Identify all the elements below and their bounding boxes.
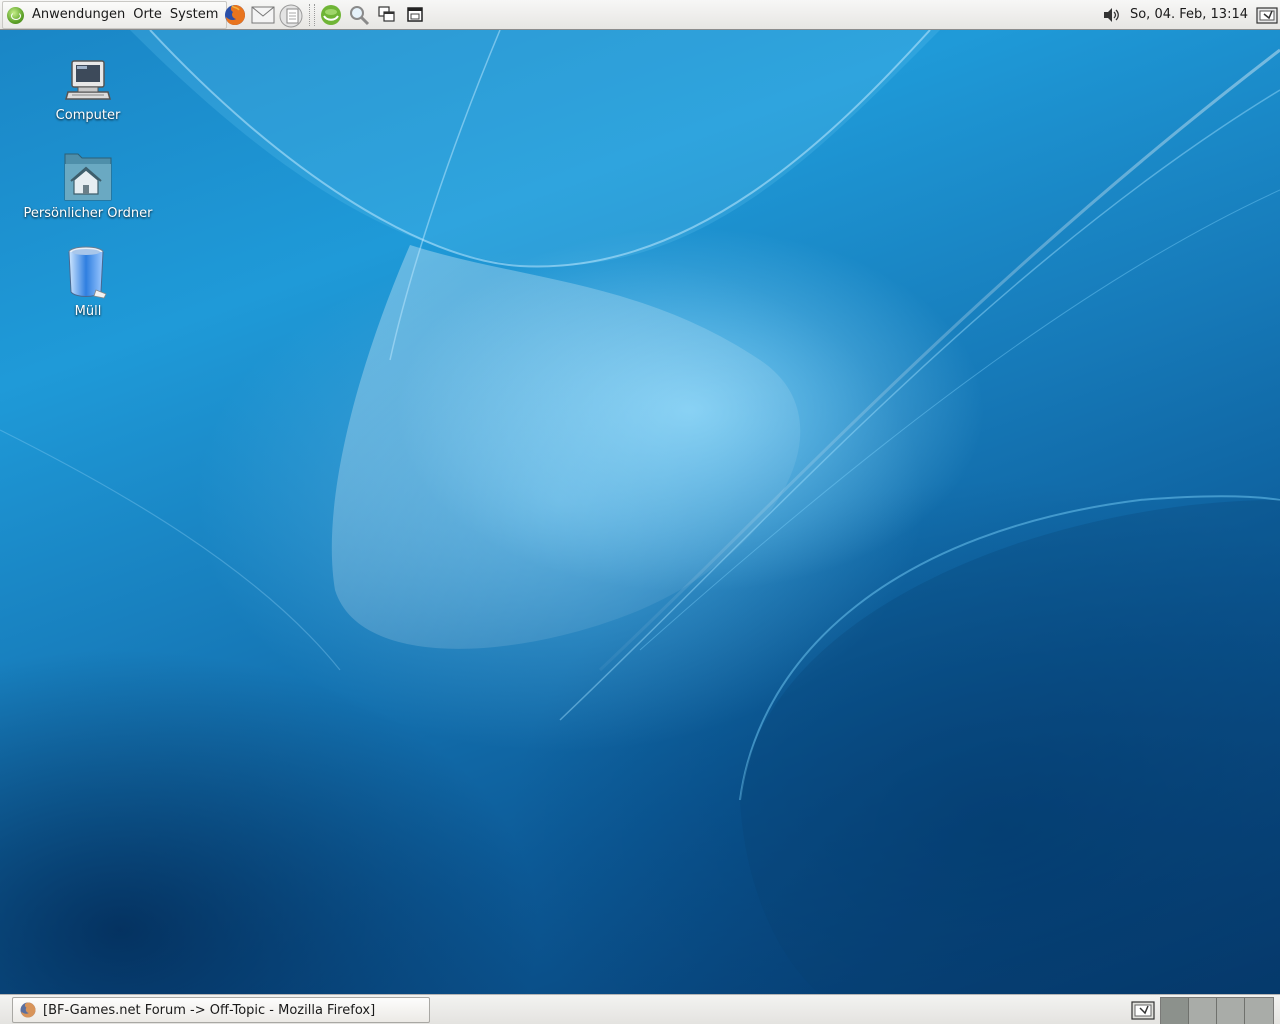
desktop-icon-home-folder[interactable]: Persönlicher Ordner [13,146,163,221]
desktop-icon-label: Persönlicher Ordner [23,206,153,221]
bottom-panel: [BF-Games.net Forum -> Off-Topic - Mozil… [0,994,1280,1024]
mail-icon [251,6,275,24]
opensuse-launcher[interactable] [318,2,344,28]
firefox-icon [20,1002,36,1018]
window-switch-launcher[interactable] [374,2,400,28]
main-menu-bar: Anwendungen Orte System [2,1,228,29]
workspace-3[interactable] [1217,998,1245,1024]
panel-applet-icon[interactable] [1254,2,1280,28]
taskbar-button-firefox[interactable]: [BF-Games.net Forum -> Off-Topic - Mozil… [12,997,430,1023]
search-launcher[interactable] [346,2,372,28]
opensuse-logo-icon[interactable] [7,6,24,24]
document-icon [279,4,303,28]
clock[interactable]: So, 04. Feb, 13:14 [1130,7,1248,22]
desktop-icon-trash[interactable]: Müll [13,244,163,319]
window-icon [407,7,423,22]
desktop-icon-label: Computer [55,108,121,123]
top-panel: Anwendungen Orte System So, 04. Feb, 13:… [0,0,1280,30]
panel-separator[interactable] [309,4,315,26]
opensuse-icon [321,5,341,25]
menu-system[interactable]: System [166,2,222,28]
firefox-icon [225,5,245,25]
desktop-icon-computer[interactable]: Computer [13,48,163,123]
computer-icon [62,48,114,104]
workspace-1[interactable] [1161,998,1189,1024]
mail-launcher[interactable] [250,2,276,28]
menu-applications[interactable]: Anwendungen [28,2,129,28]
show-desktop-button[interactable] [1130,997,1156,1023]
system-tray: So, 04. Feb, 13:14 [1100,0,1280,29]
speaker-icon[interactable] [1100,4,1122,26]
firefox-launcher[interactable] [222,2,248,28]
launcher-area [222,2,430,28]
menu-places[interactable]: Orte [129,2,166,28]
desktop-wallpaper[interactable]: Computer Persönlicher Ordner Müll [0,30,1280,994]
document-launcher[interactable] [278,2,304,28]
show-desktop-icon [1131,1001,1155,1020]
workspace-4[interactable] [1245,998,1273,1024]
desktop-icon-label: Müll [74,304,102,319]
home-folder-icon [62,146,114,202]
search-icon [350,6,370,26]
copy-windows-icon [378,6,395,22]
window-launcher[interactable] [402,2,428,28]
workspace-2[interactable] [1189,998,1217,1024]
trash-icon [62,244,114,300]
taskbar-button-title: [BF-Games.net Forum -> Off-Topic - Mozil… [43,1002,376,1018]
workspace-switcher [1160,997,1274,1024]
wallpaper-swooshes [0,30,1280,994]
